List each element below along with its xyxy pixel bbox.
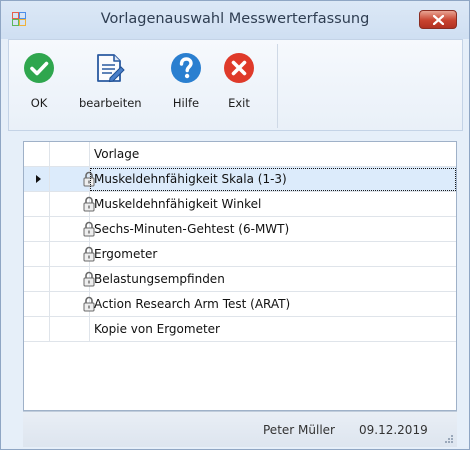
exit-button[interactable]: Exit (219, 40, 259, 130)
status-date: 09.12.2019 (359, 423, 428, 437)
resize-grip-icon[interactable] (444, 434, 454, 444)
window-title: Vorlagenauswahl Messwerterfassung (100, 11, 370, 27)
grid-header-row: Vorlage (24, 142, 456, 167)
template-name: Belastungsempfinden (94, 272, 225, 286)
x-circle-icon (224, 53, 254, 83)
document-edit-icon (97, 54, 125, 83)
toolbar: OK bearbeiten Hilfe Exit (8, 39, 463, 131)
table-row[interactable]: Ergometer (24, 242, 456, 267)
template-selection-window: Vorlagenauswahl Messwerterfassung OK bea… (0, 0, 470, 450)
template-name: Sechs-Minuten-Gehtest (6-MWT) (94, 222, 290, 236)
template-name: Action Research Arm Test (ARAT) (94, 297, 291, 311)
template-name: Muskeldehnfähigkeit Skala (1-3) (94, 172, 287, 186)
exit-label: Exit (228, 96, 250, 110)
table-row[interactable]: Kopie von Ergometer (24, 317, 456, 342)
status-bar: Peter Müller 09.12.2019 (23, 411, 457, 447)
template-name: Muskeldehnfähigkeit Winkel (94, 197, 262, 211)
status-user: Peter Müller (263, 423, 335, 437)
help-label: Hilfe (172, 96, 200, 110)
template-name: Kopie von Ergometer (94, 322, 220, 336)
close-icon (433, 15, 444, 25)
edit-button[interactable]: bearbeiten (79, 40, 142, 130)
close-button[interactable] (419, 10, 457, 29)
table-row[interactable]: Sechs-Minuten-Gehtest (6-MWT) (24, 217, 456, 242)
table-row[interactable]: Muskeldehnfähigkeit Skala (1-3) (24, 167, 456, 192)
table-row[interactable]: Muskeldehnfähigkeit Winkel (24, 192, 456, 217)
template-grid[interactable]: Vorlage Muskeldehnfähigkeit Skala (1-3) … (23, 141, 457, 411)
question-icon (171, 53, 201, 83)
row-pointer-icon (36, 175, 41, 183)
template-name: Ergometer (94, 247, 158, 261)
table-row[interactable]: Action Research Arm Test (ARAT) (24, 292, 456, 317)
edit-label: bearbeiten (79, 96, 142, 110)
column-header-template[interactable]: Vorlage (94, 147, 139, 161)
ok-label: OK (30, 96, 48, 110)
ok-button[interactable]: OK (17, 40, 61, 130)
toolbar-divider (277, 44, 278, 128)
checkmark-icon (24, 53, 54, 83)
help-button[interactable]: Hilfe (165, 40, 207, 130)
title-bar[interactable]: Vorlagenauswahl Messwerterfassung (1, 1, 469, 39)
table-row[interactable]: Belastungsempfinden (24, 267, 456, 292)
